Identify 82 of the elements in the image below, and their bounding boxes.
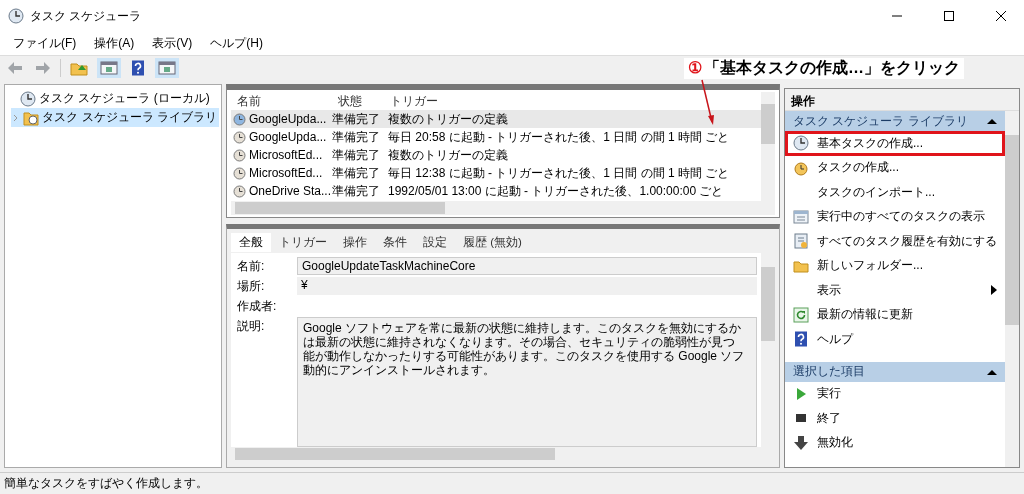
tab[interactable]: 履歴 (無効) [455,232,530,252]
collapse-icon [987,368,997,375]
clock-icon [793,135,809,152]
table-cell: OneDrive Sta... [249,184,332,198]
table-cell-text: 複数のトリガーの定義 [387,146,509,164]
table-cell-text: 準備完了 [332,110,381,128]
folder-clock-icon [23,109,40,126]
table-cell: GoogleUpda... [249,112,327,126]
task-row[interactable]: MicrosoftEd... 準備完了 複数のトリガーの定義 [231,146,761,164]
pane-button[interactable] [97,58,121,78]
minimize-icon [892,15,902,17]
description-field[interactable]: Google ソフトウェアを常に最新の状態に維持します。このタスクを無効にするか は最新の状態に維持されなくなります。その場合、セキュリティの脆弱性が見つ 能が動作しなかったりする可能性があります。このタスクを使用する Google ソフ 動的にアンインストールされます。 [297,317,757,447]
menu-item[interactable]: 操作(A) [85,33,144,54]
field-label: 説明: [237,318,266,335]
table-cell: GoogleUpda... [249,130,327,144]
clock-icon [233,148,246,162]
menu-item[interactable]: ヘルプ(H) [201,33,272,54]
back-arrow-icon [7,60,23,76]
clock-icon [233,112,246,126]
table-cell-text: 毎日 12:38 に起動 - トリガーされた後、1 日間 の間 1 時間 ごと [387,164,731,182]
table-cell-text: 準備完了 [332,146,381,164]
column-header[interactable]: 状態 [332,92,384,110]
clock-icon [793,159,809,176]
collapse-icon [987,118,997,124]
document-icon [793,233,809,250]
menu-item[interactable]: ファイル(F) [4,33,86,54]
help-icon [793,331,809,348]
tab[interactable]: 条件 [375,232,415,252]
panel-title: 操作 [785,89,1019,111]
clock-icon [233,166,246,180]
section-header[interactable]: 選択した項目 [785,361,1005,382]
table-cell-text: 複数のトリガーの定義 [387,110,509,128]
clock-icon [233,184,246,198]
column-header[interactable]: トリガー [384,92,438,110]
table-cell-text: 準備完了 [332,182,381,200]
close-icon [996,11,1006,21]
column-header[interactable]: 名前 [231,92,332,110]
clock-icon [233,130,246,144]
window-icon [158,60,176,76]
tab[interactable]: トリガー [271,232,335,252]
folder-icon [70,60,88,76]
table-cell: MicrosoftEd... [249,148,323,162]
menu-item[interactable]: 表示(V) [143,33,202,54]
name-field[interactable]: GoogleUpdateTaskMachineCore [297,257,757,275]
field-value: ¥ [297,277,757,295]
help-icon [130,60,146,76]
field-label: 名前: [237,258,266,275]
horizontal-scrollbar[interactable] [231,201,775,215]
tab[interactable]: 操作 [335,232,375,252]
field-label: 作成者: [237,298,278,315]
vertical-scrollbar[interactable] [1005,111,1019,467]
task-row[interactable]: MicrosoftEd... 準備完了 毎日 12:38 に起動 - トリガーされた後、1 日間 の間 1 時間 ごと [231,164,761,182]
refresh-icon [793,306,809,323]
tab[interactable]: 全般 [231,232,271,252]
arrow-down-icon [793,434,809,451]
table-cell: MicrosoftEd... [249,166,323,180]
chevron-right-icon [13,113,19,122]
submenu-arrow-icon [991,285,997,296]
section-header[interactable]: タスク スケジューラ ライブラリ [785,111,1005,131]
window-icon [100,60,118,76]
tab[interactable]: 設定 [415,232,455,252]
clock-icon [20,90,36,107]
tree-item[interactable]: タスク スケジューラ (ローカル) [7,89,219,108]
table-cell-text: 毎日 20:58 に起動 - トリガーされた後、1 日間 の間 1 時間 ごと [387,128,731,146]
annotation-label: ①「基本タスクの作成…」をクリック [684,58,964,79]
window-icon [793,208,809,225]
task-row[interactable]: OneDrive Sta...準備完了 1992/05/01 13:00 に起動 - トリガーされた後、1.00:00:00 ごと [231,182,761,200]
table-cell-text: 1992/05/01 13:00 に起動 - トリガーされた後、1.00:00:00 ごと [387,182,725,200]
pane-button[interactable] [155,58,179,78]
field-label: 場所: [237,278,266,295]
tree-item[interactable]: タスク スケジューラ ライブラリ [11,108,219,127]
forward-arrow-icon [35,60,51,76]
task-row[interactable]: GoogleUpda... 準備完了 複数のトリガーの定義 [231,110,761,128]
vertical-scrollbar[interactable] [761,92,775,201]
maximize-icon [944,11,954,21]
window-title: タスク スケジューラ [30,7,143,25]
status-bar: 簡単なタスクをすばやく作成します。 [0,472,1024,494]
task-row[interactable]: GoogleUpda... 準備完了 毎日 20:58 に起動 - トリガーされた後、1 日間 の間 1 時間 ごと [231,128,761,146]
table-cell-text: 準備完了 [332,128,381,146]
table-cell-text: 準備完了 [332,164,381,182]
clock-icon [8,8,24,24]
action-item[interactable]: 基本タスクの作成... [785,131,1005,156]
